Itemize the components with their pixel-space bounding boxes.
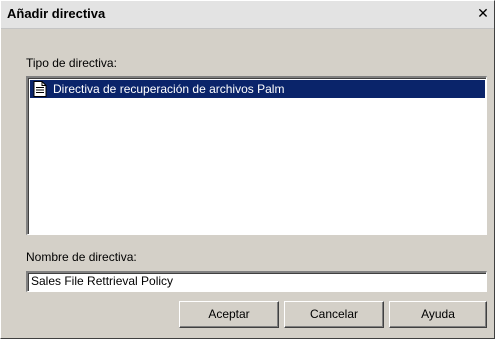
list-item-label: Directiva de recuperación de archivos Pa… [53, 82, 285, 96]
policy-type-label: Tipo de directiva: [26, 56, 117, 70]
policy-name-field[interactable]: Sales File Rettrieval Policy [26, 271, 487, 292]
accept-button[interactable]: Aceptar [179, 301, 279, 328]
close-icon[interactable]: ✕ [474, 5, 492, 23]
document-icon [33, 81, 47, 97]
help-button[interactable]: Ayuda [389, 301, 487, 328]
cancel-button[interactable]: Cancelar [284, 301, 384, 328]
add-policy-dialog: Añadir directiva ✕ Tipo de directiva: Di… [0, 0, 495, 339]
policy-name-label: Nombre de directiva: [26, 250, 137, 264]
policy-type-list[interactable]: Directiva de recuperación de archivos Pa… [26, 76, 487, 235]
dialog-title: Añadir directiva [7, 6, 106, 21]
list-item[interactable]: Directiva de recuperación de archivos Pa… [30, 80, 485, 98]
title-bar[interactable]: Añadir directiva ✕ [1, 1, 494, 29]
